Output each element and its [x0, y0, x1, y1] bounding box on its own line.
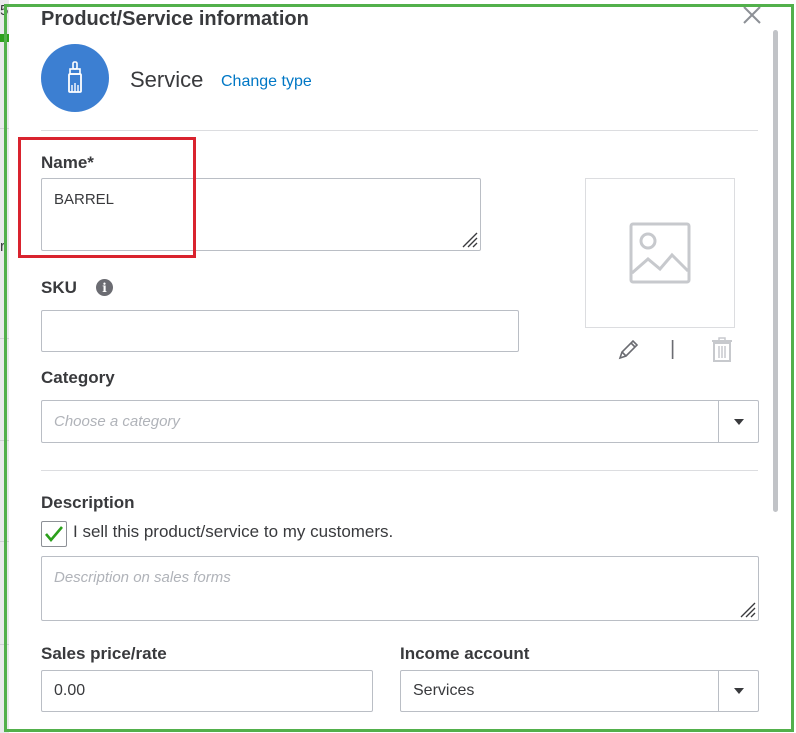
sales-description-field[interactable]: Description on sales forms: [41, 556, 759, 621]
background-line: [0, 128, 9, 129]
background-line: [0, 541, 9, 542]
sell-to-customers-label: I sell this product/service to my custom…: [73, 522, 394, 541]
sales-price-input[interactable]: 0.00: [41, 670, 373, 712]
category-label: Category: [41, 368, 115, 387]
trash-icon: [712, 337, 732, 362]
item-type-label: Service: [130, 67, 204, 92]
close-button[interactable]: [741, 4, 763, 26]
income-account-dropdown-button[interactable]: [718, 671, 758, 711]
info-icon[interactable]: i: [96, 279, 113, 296]
panel-title: Product/Service information: [41, 8, 309, 30]
name-value: BARREL: [54, 191, 115, 208]
caret-down-icon: [733, 418, 744, 425]
category-placeholder: Choose a category: [54, 413, 180, 430]
background-line: [0, 338, 9, 339]
checkmark-icon: [45, 526, 63, 543]
category-dropdown-button[interactable]: [718, 401, 758, 442]
image-actions-separator: |: [670, 338, 676, 360]
sku-label: SKU: [41, 278, 77, 297]
background-accent: [0, 34, 9, 42]
sales-description-placeholder: Description on sales forms: [54, 569, 231, 586]
income-account-value: Services: [413, 682, 475, 699]
sku-input[interactable]: [41, 310, 519, 352]
pencil-icon: [618, 339, 639, 360]
panel-scrollbar[interactable]: [773, 30, 778, 512]
background-glyph: 5: [0, 2, 9, 19]
background-line: [0, 440, 9, 441]
sales-price-label: Sales price/rate: [41, 644, 167, 663]
service-type-badge: [41, 44, 109, 112]
change-type-link[interactable]: Change type: [221, 73, 312, 91]
name-field[interactable]: BARREL: [41, 178, 481, 251]
resize-grip-icon[interactable]: [738, 600, 756, 618]
header-divider: [41, 130, 758, 131]
paintbrush-icon: [68, 61, 82, 93]
delete-image-button[interactable]: [711, 337, 733, 363]
background-glyph: r: [0, 238, 5, 255]
sell-to-customers-checkbox[interactable]: [41, 521, 67, 547]
caret-down-icon: [733, 688, 744, 694]
product-service-panel: Product/Service information Service Chan…: [9, 0, 794, 733]
resize-grip-icon[interactable]: [460, 230, 478, 248]
close-icon: [743, 6, 761, 24]
image-placeholder-icon: [629, 222, 691, 284]
description-label: Description: [41, 493, 135, 512]
income-account-label: Income account: [400, 644, 530, 663]
category-select[interactable]: Choose a category: [41, 400, 759, 443]
edit-image-button[interactable]: [616, 338, 640, 362]
section-divider: [41, 470, 758, 471]
name-label: Name*: [41, 153, 94, 172]
background-line: [0, 644, 9, 645]
background-page-strip: 5 r: [0, 0, 9, 733]
income-account-select[interactable]: Services: [400, 670, 759, 712]
item-image-box[interactable]: [585, 178, 735, 328]
sales-price-value: 0.00: [54, 682, 86, 699]
